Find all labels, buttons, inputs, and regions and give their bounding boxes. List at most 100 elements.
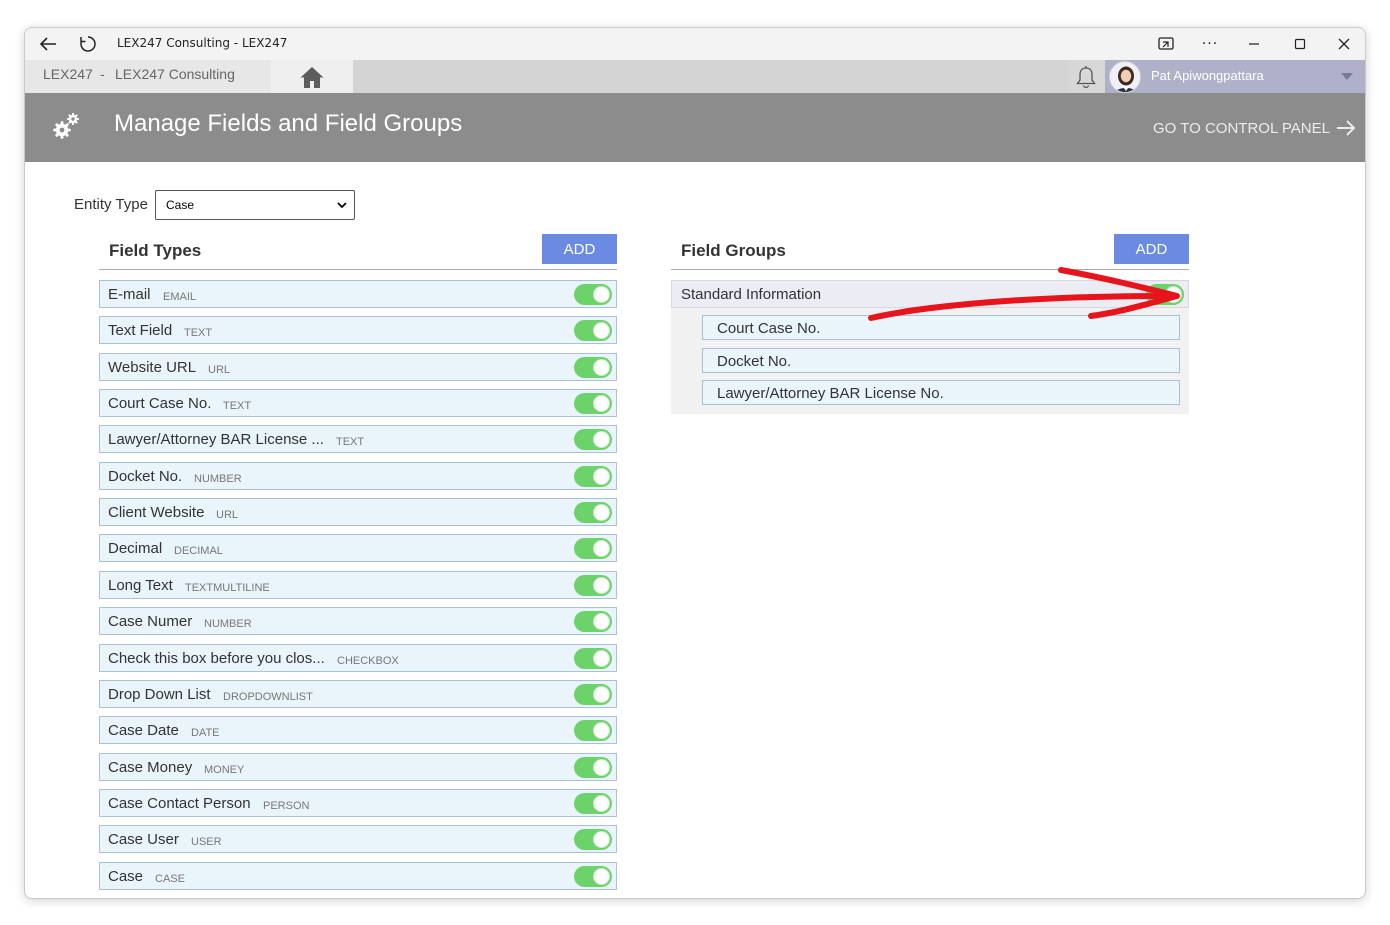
- toggle-knob: [593, 868, 610, 885]
- page-title: Manage Fields and Field Groups: [114, 110, 463, 137]
- field-type-toggle[interactable]: [574, 575, 612, 596]
- toggle-knob: [593, 722, 610, 739]
- field-type-row[interactable]: Case Money MONEY: [99, 753, 617, 781]
- user-menu[interactable]: Pat Apiwongpattara: [1105, 60, 1365, 93]
- field-types-title: Field Types: [109, 241, 202, 260]
- field-type-name: Case Date: [108, 722, 179, 739]
- toggle-knob: [593, 322, 610, 339]
- group-field-item[interactable]: Lawyer/Attorney BAR License No.: [702, 380, 1180, 405]
- maximize-button[interactable]: [1287, 31, 1313, 57]
- field-type-row[interactable]: Case Contact Person PERSON: [99, 789, 617, 817]
- minimize-button[interactable]: [1241, 31, 1267, 57]
- field-type-kind: TEXTMULTILINE: [185, 582, 270, 594]
- field-type-kind: MONEY: [204, 764, 245, 776]
- field-type-toggle[interactable]: [574, 757, 612, 778]
- field-type-row[interactable]: Case Date DATE: [99, 716, 617, 744]
- toggle-knob: [593, 286, 610, 303]
- field-type-name: Text Field: [108, 322, 173, 339]
- group-field-label: Lawyer/Attorney BAR License No.: [717, 385, 944, 402]
- field-type-toggle[interactable]: [574, 393, 612, 414]
- field-type-toggle[interactable]: [574, 357, 612, 378]
- field-types-panel: Field Types ADD E-mail EMAIL Text Field TEX…: [99, 233, 617, 890]
- toggle-knob: [593, 686, 610, 703]
- field-groups-panel: Field Groups ADD Standard Information Co…: [671, 233, 1189, 414]
- chevron-down-icon: [1341, 73, 1353, 80]
- back-button[interactable]: [35, 31, 61, 57]
- toggle-knob: [593, 395, 610, 412]
- add-field-group-button[interactable]: ADD: [1114, 234, 1189, 264]
- home-button[interactable]: [271, 60, 353, 93]
- entity-type-select[interactable]: Case: [155, 190, 355, 220]
- field-type-toggle[interactable]: [574, 466, 612, 487]
- field-type-kind: CASE: [155, 873, 185, 885]
- field-type-name: Website URL: [108, 359, 197, 376]
- organization-breadcrumb[interactable]: LEX247 - LEX247 Consulting: [25, 60, 271, 93]
- field-type-toggle[interactable]: [574, 429, 612, 450]
- field-type-toggle[interactable]: [574, 684, 612, 705]
- field-type-row[interactable]: Text Field TEXT: [99, 316, 617, 344]
- group-field-item[interactable]: Docket No.: [702, 348, 1180, 373]
- cast-button[interactable]: [1153, 31, 1179, 57]
- field-type-row[interactable]: Client Website URL: [99, 498, 617, 526]
- toggle-knob: [593, 759, 610, 776]
- field-type-toggle[interactable]: [574, 648, 612, 669]
- close-icon: [1338, 38, 1350, 50]
- gears-icon: [53, 113, 79, 139]
- field-type-kind: USER: [191, 836, 222, 848]
- field-type-name: Drop Down List: [108, 686, 211, 703]
- field-type-row[interactable]: E-mail EMAIL: [99, 280, 617, 308]
- toggle-knob: [1165, 286, 1182, 303]
- field-type-name: Case Numer: [108, 613, 193, 630]
- field-group-header[interactable]: Standard Information: [671, 280, 1189, 308]
- field-type-row[interactable]: Docket No. NUMBER: [99, 462, 617, 490]
- field-type-row[interactable]: Case User USER: [99, 825, 617, 853]
- field-type-row[interactable]: Website URL URL: [99, 353, 617, 381]
- field-type-toggle[interactable]: [574, 720, 612, 741]
- refresh-button[interactable]: [75, 31, 101, 57]
- toggle-knob: [593, 540, 610, 557]
- minimize-icon: [1249, 43, 1259, 45]
- notifications-button[interactable]: [1073, 64, 1099, 90]
- field-type-row[interactable]: Case Numer NUMBER: [99, 607, 617, 635]
- field-groups-header: Field Groups ADD: [671, 233, 1189, 270]
- more-options-button[interactable]: ···: [1197, 31, 1223, 57]
- field-type-row[interactable]: Case CASE: [99, 862, 617, 890]
- field-type-toggle[interactable]: [574, 829, 612, 850]
- field-type-name: Court Case No.: [108, 395, 212, 412]
- close-button[interactable]: [1331, 31, 1357, 57]
- add-field-type-button[interactable]: ADD: [542, 234, 617, 264]
- field-type-row[interactable]: Check this box before you clos... CHECKBO…: [99, 644, 617, 672]
- toggle-knob: [593, 650, 610, 667]
- field-type-toggle[interactable]: [574, 320, 612, 341]
- field-type-name: Case: [108, 868, 144, 885]
- field-type-row[interactable]: Decimal DECIMAL: [99, 534, 617, 562]
- bell-icon: [1076, 66, 1096, 89]
- field-type-row[interactable]: Court Case No. TEXT: [99, 389, 617, 417]
- avatar: [1109, 61, 1141, 93]
- field-group-toggle[interactable]: [1146, 284, 1184, 305]
- field-type-kind: NUMBER: [194, 473, 242, 485]
- group-field-item[interactable]: Court Case No.: [702, 315, 1180, 340]
- field-type-kind: TEXT: [223, 400, 252, 412]
- field-type-toggle[interactable]: [574, 866, 612, 887]
- user-name: Pat Apiwongpattara: [1151, 68, 1264, 83]
- entity-type-label: Entity Type: [74, 196, 148, 213]
- field-type-toggle[interactable]: [574, 284, 612, 305]
- field-type-name: Long Text: [108, 577, 173, 594]
- field-type-toggle[interactable]: [574, 538, 612, 559]
- field-type-toggle[interactable]: [574, 502, 612, 523]
- field-type-row[interactable]: Long Text TEXTMULTILINE: [99, 571, 617, 599]
- field-group-name: Standard Information: [681, 286, 822, 303]
- field-type-row[interactable]: Lawyer/Attorney BAR License ... TEXT: [99, 425, 617, 453]
- go-to-control-panel-link[interactable]: GO TO CONTROL PANEL: [1153, 116, 1357, 140]
- field-type-kind: EMAIL: [163, 291, 197, 303]
- field-type-toggle[interactable]: [574, 611, 612, 632]
- field-type-kind: URL: [216, 509, 239, 521]
- field-type-row[interactable]: Drop Down List DROPDOWNLIST: [99, 680, 617, 708]
- toggle-knob: [593, 431, 610, 448]
- field-type-name: Decimal: [108, 540, 163, 557]
- org-code: LEX247: [43, 66, 93, 82]
- field-type-toggle[interactable]: [574, 793, 612, 814]
- field-type-kind: TEXT: [336, 436, 365, 448]
- field-type-name: E-mail: [108, 286, 151, 303]
